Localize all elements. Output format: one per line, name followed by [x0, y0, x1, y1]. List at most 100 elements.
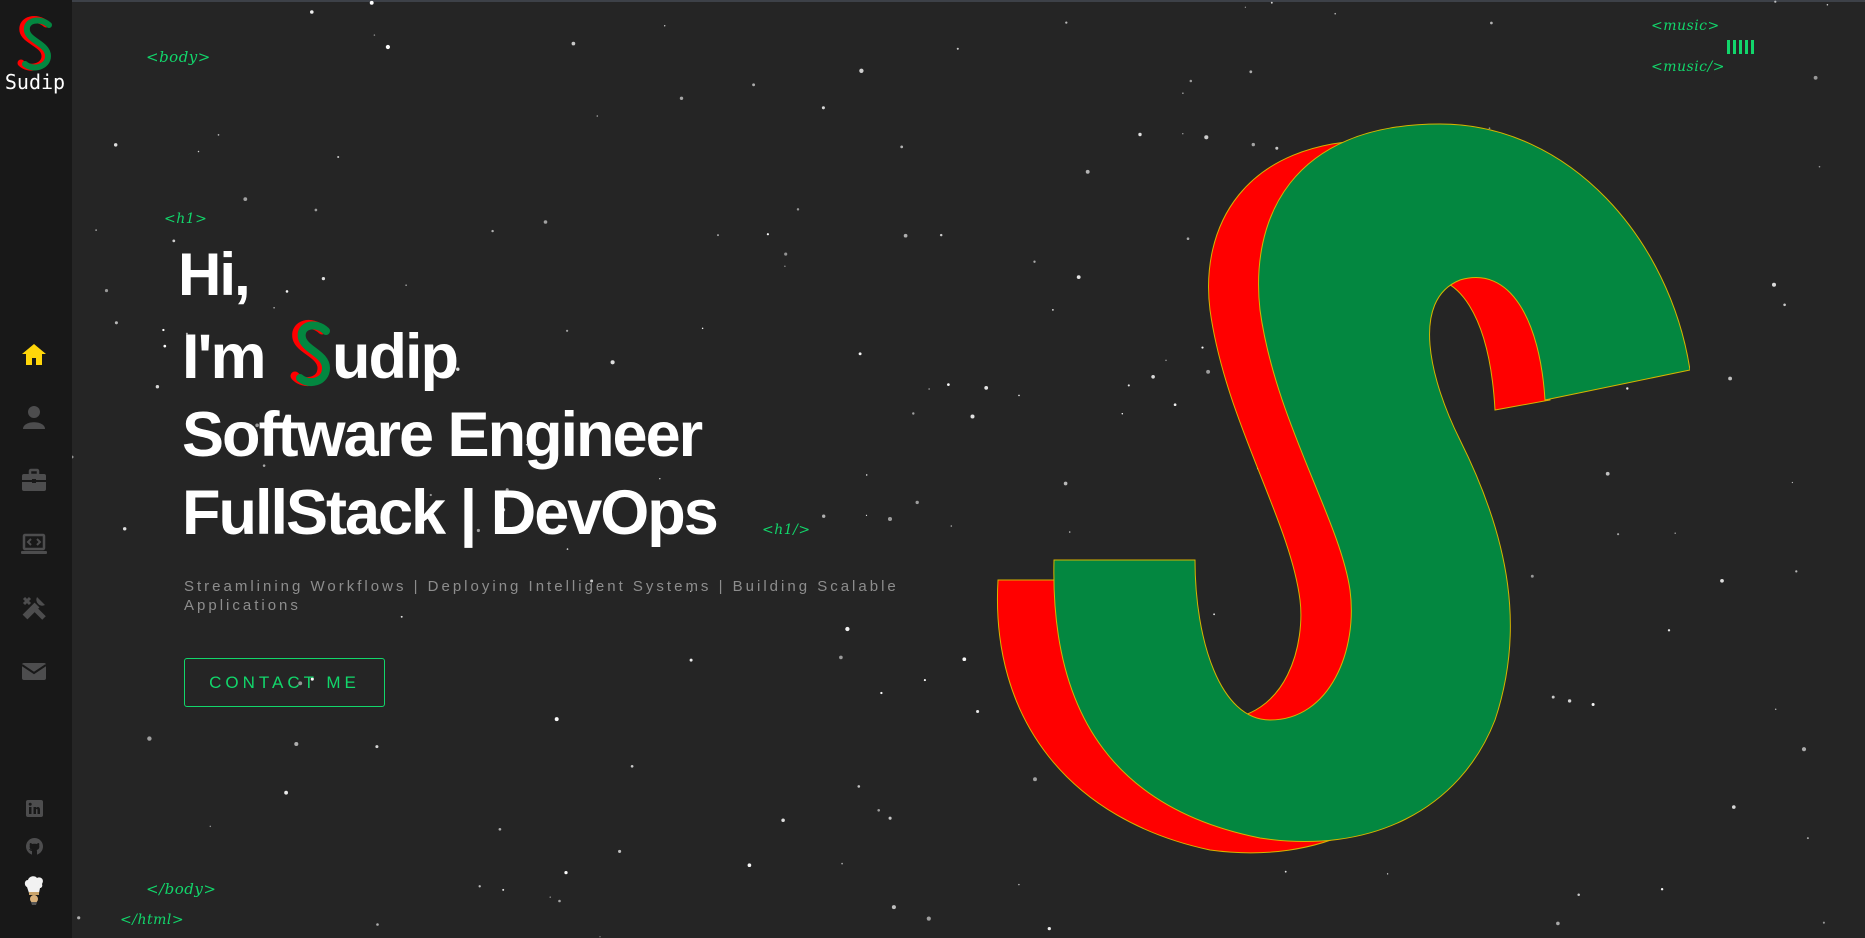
tools-icon — [22, 596, 46, 620]
social-linkedin[interactable] — [0, 794, 68, 822]
star — [1732, 805, 1736, 809]
star — [122, 527, 127, 531]
nav-contact[interactable] — [0, 651, 68, 691]
star — [900, 145, 904, 149]
star — [1047, 926, 1051, 931]
brand-logo[interactable]: Sudip — [0, 16, 70, 94]
star — [314, 208, 318, 212]
tag-body-open: <body> — [146, 48, 211, 66]
star — [976, 709, 980, 714]
contact-me-button[interactable]: CONTACT ME — [184, 658, 385, 707]
star — [1556, 921, 1560, 926]
star — [1720, 578, 1724, 583]
star — [1806, 837, 1809, 840]
brand-name: Sudip — [4, 70, 66, 94]
hero-intro-prefix: I'm — [182, 322, 281, 392]
star — [947, 383, 950, 386]
star — [596, 115, 599, 117]
star — [915, 500, 919, 505]
star — [77, 916, 81, 920]
star — [1813, 75, 1818, 80]
star — [599, 936, 601, 938]
star — [284, 790, 288, 795]
nav-experience[interactable] — [0, 460, 68, 500]
user-icon — [23, 406, 45, 429]
social-chef[interactable] — [0, 873, 68, 907]
music-bar — [1739, 40, 1742, 54]
star — [243, 197, 248, 201]
star — [114, 321, 118, 325]
star — [689, 658, 693, 662]
tag-html-close: </html> — [120, 912, 185, 928]
star — [1270, 1, 1273, 4]
star — [543, 220, 548, 224]
star — [1774, 708, 1777, 711]
star — [498, 827, 502, 831]
star — [1771, 282, 1777, 287]
star — [1728, 376, 1733, 381]
star — [564, 870, 568, 875]
star — [859, 68, 864, 73]
nav-home[interactable] — [0, 334, 68, 374]
star — [950, 525, 953, 527]
star — [956, 47, 959, 50]
star — [841, 862, 843, 865]
music-bar — [1733, 40, 1736, 54]
star — [1660, 887, 1664, 891]
star — [1783, 303, 1786, 307]
star — [1249, 70, 1253, 74]
tag-h1-close: <h1/> — [762, 522, 811, 538]
logo-s-icon — [17, 16, 52, 71]
music-toggle[interactable] — [1727, 40, 1754, 54]
star — [766, 233, 770, 236]
star — [375, 745, 379, 749]
tag-body-close: </body> — [146, 880, 217, 898]
star — [912, 412, 915, 415]
star — [405, 284, 407, 286]
nav-projects[interactable] — [0, 524, 68, 564]
star — [821, 106, 825, 110]
star — [565, 329, 569, 332]
laptop-code-icon — [21, 533, 47, 554]
star — [1791, 481, 1794, 484]
star — [502, 888, 505, 891]
star — [888, 816, 892, 820]
star — [478, 885, 481, 888]
star — [113, 143, 118, 147]
star — [747, 863, 752, 868]
big-s-logo-graphic — [996, 123, 1690, 854]
star — [923, 679, 926, 682]
home-icon — [22, 344, 46, 365]
star — [554, 717, 559, 722]
star — [285, 290, 289, 293]
social-github[interactable] — [0, 832, 68, 860]
star — [209, 825, 212, 828]
envelope-icon — [21, 663, 47, 680]
tag-music-close: <music/> — [1651, 59, 1725, 75]
star — [939, 233, 943, 237]
star — [104, 289, 109, 293]
star — [369, 0, 374, 5]
github-icon — [25, 837, 43, 855]
star — [701, 327, 704, 330]
star — [197, 150, 200, 153]
star — [784, 252, 788, 256]
star — [962, 657, 967, 662]
star — [970, 414, 975, 419]
star — [1244, 6, 1247, 8]
nav-skills[interactable] — [0, 588, 68, 628]
star — [679, 96, 684, 101]
star — [294, 741, 299, 747]
star — [163, 344, 167, 348]
nav-about[interactable] — [0, 397, 68, 437]
star — [891, 905, 896, 910]
star — [880, 691, 883, 695]
star — [926, 916, 931, 921]
star — [1334, 12, 1337, 15]
star — [857, 785, 861, 788]
star — [321, 276, 326, 281]
star — [887, 516, 893, 522]
star — [400, 615, 403, 618]
star — [903, 233, 908, 238]
star — [162, 328, 165, 332]
